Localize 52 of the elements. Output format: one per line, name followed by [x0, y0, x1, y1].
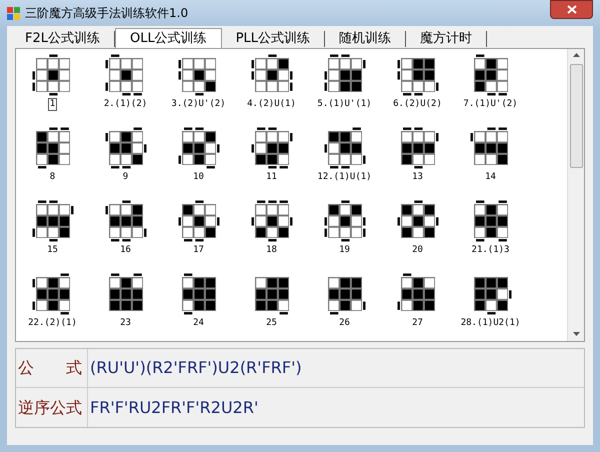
cube-pattern-drawing [324, 200, 366, 242]
scrollbar[interactable] [567, 49, 584, 341]
formula-value: (RU'U')(R2'FRF')U2(R'FRF') [89, 357, 302, 379]
pattern-label[interactable]: 20 [410, 244, 425, 257]
pattern-label[interactable]: 15 [45, 244, 60, 257]
tab[interactable]: 随机训练 [325, 31, 406, 47]
window-title: 三阶魔方高级手法训练软件1.0 [25, 5, 188, 22]
pattern-label[interactable]: 10 [191, 171, 206, 184]
pattern-label[interactable]: 28.(1)U2(1) [458, 317, 522, 330]
pattern-label[interactable]: 4.(2)U(1) [245, 98, 298, 111]
app-icon [7, 6, 20, 20]
close-icon [566, 5, 576, 14]
pattern-label[interactable]: 19 [337, 244, 352, 257]
cube-pattern-drawing [104, 200, 146, 242]
tab[interactable]: OLL公式训练 [115, 28, 222, 49]
formula-label: 逆序公式 [16, 388, 88, 427]
cube-pattern-drawing [178, 200, 220, 242]
pattern-label[interactable]: 5.(1)U'(1) [315, 98, 374, 111]
cube-pattern-drawing [178, 127, 220, 169]
formula-value: FR'F'RU2FR'F'R2U2R' [89, 396, 258, 418]
pattern-label[interactable]: 9 [120, 171, 130, 184]
pattern-label[interactable]: 17 [191, 244, 206, 257]
pattern-label[interactable]: 1 [48, 98, 58, 111]
cube-pattern-drawing [104, 127, 146, 169]
pattern-label[interactable]: 27 [410, 317, 425, 330]
tab[interactable]: 魔方计时 [406, 31, 488, 47]
pattern-label[interactable]: 16 [118, 244, 133, 257]
scroll-down-icon[interactable] [572, 332, 580, 337]
cube-pattern-drawing [250, 127, 292, 169]
cube-pattern-drawing [250, 200, 292, 242]
cube-pattern-drawing [324, 127, 366, 169]
pattern-label[interactable]: 22.(2)(1) [26, 317, 79, 330]
pattern-label[interactable]: 18 [264, 244, 279, 257]
pattern-label[interactable]: 2.(1)(2) [102, 98, 150, 111]
pattern-label[interactable]: 7.(1)U'(2) [461, 98, 520, 111]
pattern-label[interactable]: 12.(1)U(1) [315, 171, 374, 184]
cube-pattern-drawing [32, 200, 74, 242]
pattern-label[interactable]: 14 [483, 171, 498, 184]
pattern-label[interactable]: 26 [337, 317, 352, 330]
pattern-label[interactable]: 11 [264, 171, 279, 184]
tab[interactable]: PLL公式训练 [222, 31, 326, 47]
pattern-label[interactable]: 8 [48, 171, 58, 184]
pattern-label[interactable]: 24 [191, 317, 206, 330]
scroll-up-icon[interactable] [572, 53, 580, 58]
pattern-label[interactable]: 23 [118, 317, 133, 330]
close-button[interactable] [550, 0, 593, 19]
formula-label: 公 式 [16, 349, 88, 387]
pattern-label[interactable]: 6.(2)U(2) [391, 98, 444, 111]
pattern-label[interactable]: 21.(1)3 [470, 244, 512, 257]
pattern-label[interactable]: 13 [410, 171, 425, 184]
pattern-label[interactable]: 3.(2)U'(2) [169, 98, 228, 111]
pattern-label[interactable]: 25 [264, 317, 279, 330]
